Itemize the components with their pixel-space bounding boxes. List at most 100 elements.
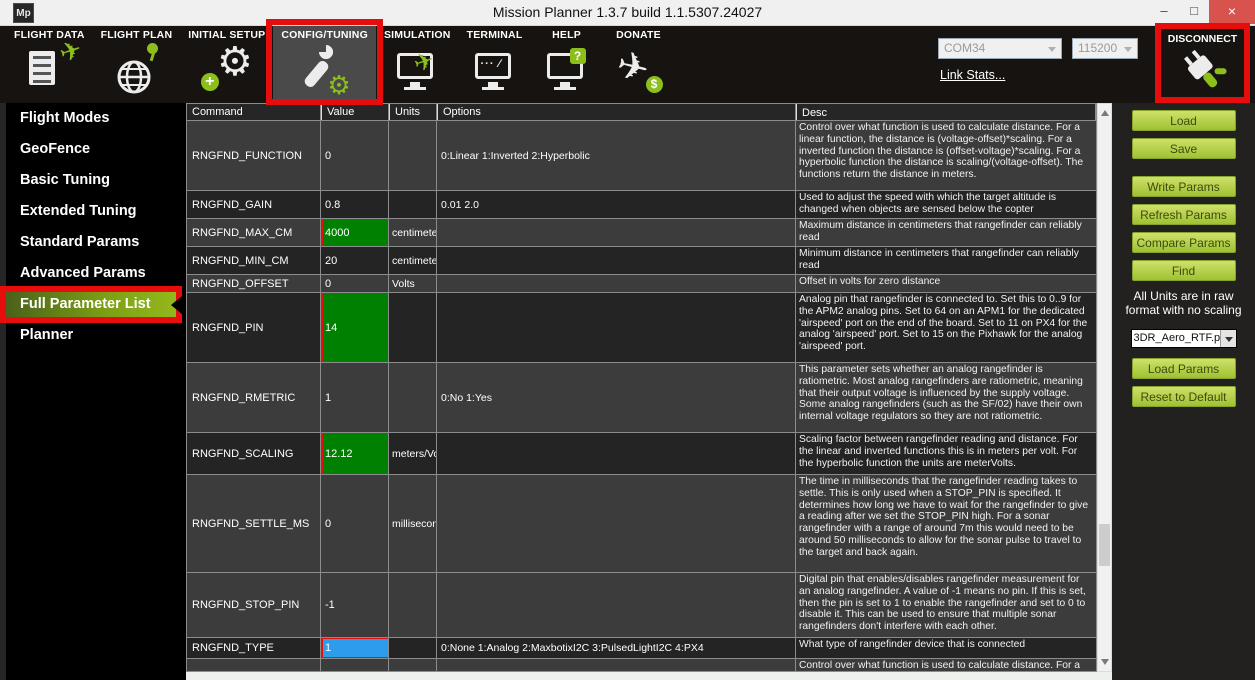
sidebar-item-full-parameter-list[interactable]: Full Parameter List: [6, 291, 178, 318]
help-icon: ?: [539, 43, 595, 95]
param-desc: Scaling factor between rangefinder readi…: [796, 433, 1096, 474]
close-button[interactable]: ×: [1209, 0, 1255, 24]
tab-donate[interactable]: DONATE ✈ $: [603, 26, 675, 103]
baud-rate-select[interactable]: 115200: [1072, 38, 1138, 59]
param-value-cell[interactable]: 14: [321, 293, 389, 362]
param-name: RNGFND_TYPE: [187, 638, 321, 658]
param-value-cell[interactable]: [321, 659, 389, 672]
refresh-params-button[interactable]: Refresh Params: [1132, 204, 1236, 225]
param-row-rngfnd_type[interactable]: RNGFND_TYPE10:None 1:Analog 2:MaxbotixI2…: [187, 638, 1096, 659]
param-name: RNGFND_SETTLE_MS: [187, 475, 321, 572]
simulation-icon: ✈: [389, 43, 445, 95]
sidebar-item-planner[interactable]: Planner: [6, 320, 186, 351]
chevron-down-icon: [1048, 47, 1056, 52]
load-button[interactable]: Load: [1132, 110, 1236, 131]
table-scrollbar[interactable]: [1097, 103, 1112, 672]
scroll-down-icon[interactable]: [1101, 659, 1109, 665]
param-options: [437, 293, 796, 362]
param-value-cell[interactable]: 0: [321, 475, 389, 572]
param-name: [187, 659, 321, 672]
param-value-cell[interactable]: 0.8: [321, 191, 389, 218]
sidebar-item-basic-tuning[interactable]: Basic Tuning: [6, 165, 186, 196]
param-name: RNGFND_OFFSET: [187, 275, 321, 292]
scroll-up-icon[interactable]: [1101, 110, 1109, 116]
minimize-button[interactable]: –: [1149, 0, 1179, 24]
param-row-partial[interactable]: Control over what function is used to ca…: [187, 659, 1096, 672]
compare-params-button[interactable]: Compare Params: [1132, 232, 1236, 253]
sidebar-item-flight-modes[interactable]: Flight Modes: [6, 103, 186, 134]
param-units: centimeters: [389, 219, 437, 246]
param-file-select[interactable]: 3DR_Aero_RTF.p: [1131, 329, 1237, 348]
tab-flight-plan[interactable]: FLIGHT PLAN: [93, 26, 181, 103]
param-units: centimeters: [389, 247, 437, 274]
sidebar-item-standard-params[interactable]: Standard Params: [6, 227, 186, 258]
find-button[interactable]: Find: [1132, 260, 1236, 281]
tab-config-tuning[interactable]: CONFIG/TUNING ⚙: [273, 26, 376, 103]
tab-simulation[interactable]: SIMULATION ✈: [376, 26, 459, 103]
plug-icon: [1175, 41, 1231, 97]
tab-terminal[interactable]: TERMINAL ··· ∕: [459, 26, 531, 103]
param-row-rngfnd_gain[interactable]: RNGFND_GAIN0.80.01 2.0Used to adjust the…: [187, 191, 1096, 219]
param-value-cell[interactable]: 4000: [321, 219, 389, 246]
param-options: 0:No 1:Yes: [437, 363, 796, 432]
load-params-button[interactable]: Load Params: [1132, 358, 1236, 379]
param-options: [437, 247, 796, 274]
param-row-rngfnd_stop_pin[interactable]: RNGFND_STOP_PIN-1 Digital pin that enable…: [187, 573, 1096, 638]
param-units: [389, 638, 437, 658]
full-parameter-table: Command Value Units Options Desc RNGFND_…: [186, 103, 1097, 672]
param-row-rngfnd_scaling[interactable]: RNGFND_SCALING12.12meters/VoltScaling fa…: [187, 433, 1096, 475]
param-name: RNGFND_STOP_PIN: [187, 573, 321, 637]
params-action-panel: Load Save Write Params Refresh Params Co…: [1112, 103, 1255, 680]
reset-to-default-button[interactable]: Reset to Default: [1132, 386, 1236, 407]
write-params-button[interactable]: Write Params: [1132, 176, 1236, 197]
param-value-cell[interactable]: 20: [321, 247, 389, 274]
param-value-cell[interactable]: 0: [321, 275, 389, 292]
param-row-rngfnd_rmetric[interactable]: RNGFND_RMETRIC10:No 1:YesThis parameter …: [187, 363, 1096, 433]
param-options: 0:Linear 1:Inverted 2:Hyperbolic: [437, 121, 796, 190]
param-units: [389, 659, 437, 672]
param-name: RNGFND_RMETRIC: [187, 363, 321, 432]
maximize-button[interactable]: □: [1179, 0, 1209, 24]
param-value-cell[interactable]: 1: [321, 638, 389, 658]
param-row-rngfnd_function[interactable]: RNGFND_FUNCTION00:Linear 1:Inverted 2:Hy…: [187, 121, 1096, 191]
param-value-cell[interactable]: 1: [321, 363, 389, 432]
table-header: Command Value Units Options Desc: [187, 104, 1096, 121]
column-header-value: Value: [321, 104, 389, 120]
com-port-select[interactable]: COM34: [938, 38, 1062, 59]
param-value-cell[interactable]: 12.12: [321, 433, 389, 474]
column-header-options: Options: [437, 104, 796, 120]
link-stats-link[interactable]: Link Stats...: [940, 68, 1005, 82]
annotation-box-value: [321, 293, 389, 362]
param-name: RNGFND_MAX_CM: [187, 219, 321, 246]
param-value-cell[interactable]: 0: [321, 121, 389, 190]
param-value-cell[interactable]: -1: [321, 573, 389, 637]
terminal-icon: ··· ∕: [467, 43, 523, 95]
save-button[interactable]: Save: [1132, 138, 1236, 159]
title-bar: Mp✈ Mission Planner 1.3.7 build 1.1.5307…: [0, 0, 1255, 26]
param-name: RNGFND_MIN_CM: [187, 247, 321, 274]
param-desc: Digital pin that enables/disables rangef…: [796, 573, 1096, 637]
param-units: Volts: [389, 275, 437, 292]
raw-units-note: All Units are in raw format with no scal…: [1118, 289, 1250, 317]
disconnect-button[interactable]: DISCONNECT: [1155, 23, 1250, 101]
scrollbar-thumb[interactable]: [1099, 524, 1110, 566]
donate-icon: ✈ $: [611, 43, 667, 95]
annotation-box-value: [321, 219, 389, 246]
param-row-rngfnd_offset[interactable]: RNGFND_OFFSET0VoltsOffset in volts for z…: [187, 275, 1096, 293]
window-bottom-edge: [186, 672, 1112, 680]
tab-flight-data[interactable]: FLIGHT DATA ✈: [6, 26, 93, 103]
column-header-units: Units: [389, 104, 437, 120]
sidebar-item-advanced-params[interactable]: Advanced Params: [6, 258, 186, 289]
param-row-rngfnd_settle_ms[interactable]: RNGFND_SETTLE_MS0millisecondsThe time in…: [187, 475, 1096, 573]
param-desc: Used to adjust the speed with which the …: [796, 191, 1096, 218]
sidebar-item-geofence[interactable]: GeoFence: [6, 134, 186, 165]
chevron-down-icon: [1124, 47, 1132, 52]
param-name: RNGFND_PIN: [187, 293, 321, 362]
sidebar-item-extended-tuning[interactable]: Extended Tuning: [6, 196, 186, 227]
param-row-rngfnd_pin[interactable]: RNGFND_PIN14Analog pin that rangefinder …: [187, 293, 1096, 363]
chevron-down-icon: [1220, 330, 1236, 347]
param-row-rngfnd_min_cm[interactable]: RNGFND_MIN_CM20centimetersMinimum distan…: [187, 247, 1096, 275]
tab-help[interactable]: HELP ?: [531, 26, 603, 103]
param-row-rngfnd_max_cm[interactable]: RNGFND_MAX_CM4000centimetersMaximum dist…: [187, 219, 1096, 247]
tab-initial-setup[interactable]: INITIAL SETUP ⚙ +: [180, 26, 273, 103]
